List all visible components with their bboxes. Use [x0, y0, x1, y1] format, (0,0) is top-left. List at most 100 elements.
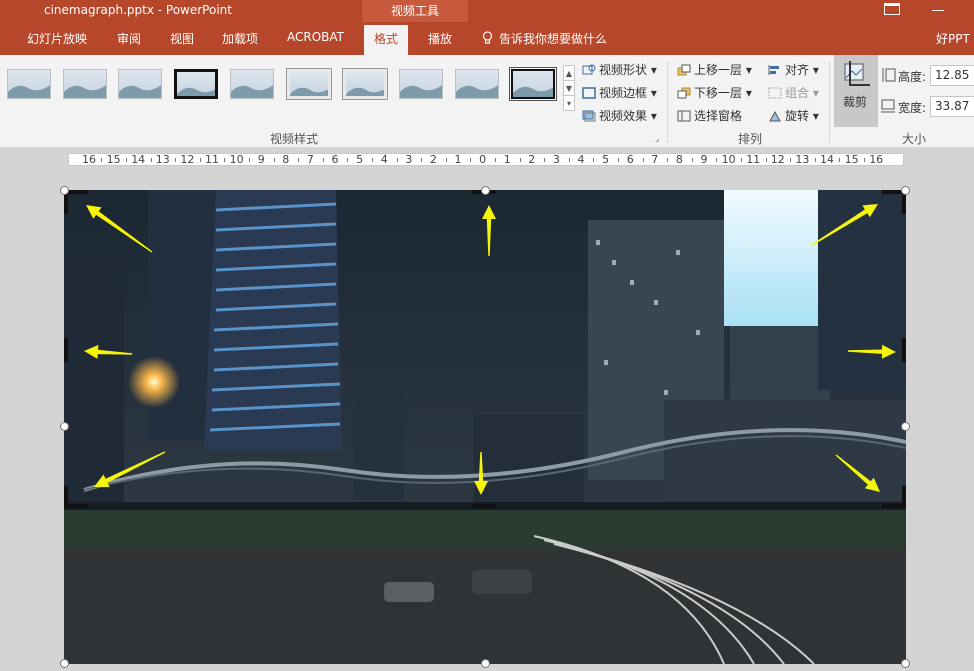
group-label-video-styles: 视频样式 — [270, 132, 319, 146]
video-style-thumbnail[interactable] — [509, 67, 557, 101]
chevron-up-icon[interactable]: ▲ — [564, 66, 574, 81]
align-button[interactable]: 对齐 ▾ — [768, 61, 819, 78]
width-icon — [881, 99, 895, 113]
align-icon — [768, 65, 779, 75]
ruler-label: 3 — [552, 153, 560, 166]
tell-me-search[interactable]: 告诉我你想要做什么 — [499, 30, 607, 47]
ruler-label: 9 — [257, 153, 265, 166]
ruler-label: 8 — [282, 153, 290, 166]
ruler-label: 16 — [82, 153, 96, 166]
ruler-label: 6 — [331, 153, 339, 166]
ruler-tick — [617, 158, 619, 162]
ruler-tick — [175, 158, 177, 162]
ruler-tick — [519, 158, 521, 162]
crop-handle-bottom[interactable] — [472, 504, 496, 508]
ruler-tick — [544, 158, 546, 162]
ruler-tick — [248, 158, 250, 162]
document-title: cinemagraph.pptx - PowerPoint — [44, 3, 232, 17]
rotate-button[interactable]: 旋转 ▾ — [768, 107, 819, 124]
ruler-tick — [101, 158, 103, 162]
video-style-thumbnail[interactable] — [63, 69, 107, 99]
video-style-thumbnail[interactable] — [174, 69, 218, 99]
video-style-thumbnail[interactable] — [118, 69, 162, 99]
bring-forward-icon — [677, 64, 691, 76]
ruler-label: 14 — [820, 153, 834, 166]
crop-handle-bottom-left[interactable] — [64, 486, 68, 508]
gallery-scroll-control[interactable]: ▲ ▼ ▾ — [563, 65, 575, 111]
effects-icon — [582, 110, 596, 122]
crop-icon — [844, 61, 870, 86]
width-field[interactable]: 33.87 — [930, 96, 974, 117]
group-divider — [667, 61, 668, 143]
ruler-label: 15 — [844, 153, 859, 166]
video-shape-button[interactable]: 视频形状 ▾ — [582, 61, 657, 78]
video-border-button[interactable]: 视频边框 ▾ — [582, 84, 657, 101]
minimize-icon[interactable] — [932, 10, 944, 11]
ruler-label: 7 — [651, 153, 659, 166]
gallery-more-icon[interactable]: ▾ — [564, 96, 574, 111]
video-style-thumbnail[interactable] — [287, 69, 331, 99]
video-style-thumbnail[interactable] — [343, 69, 387, 99]
video-object[interactable] — [64, 190, 906, 664]
height-field[interactable]: 12.85 — [930, 65, 974, 86]
tab-view[interactable]: 视图 — [170, 30, 194, 47]
ruler-tick — [667, 158, 669, 162]
ruler-tick — [470, 158, 472, 162]
user-account[interactable]: 好PPT — [936, 30, 970, 47]
ruler-label: 8 — [675, 153, 683, 166]
resize-handle-top-right[interactable] — [901, 186, 910, 195]
ruler-tick — [642, 158, 644, 162]
crop-button[interactable]: 裁剪 — [834, 55, 878, 127]
video-style-thumbnail[interactable] — [7, 69, 51, 99]
dialog-launcher-icon[interactable]: ⌟ — [655, 134, 659, 144]
crop-handle-right[interactable] — [902, 338, 906, 362]
ruler-label: 9 — [700, 153, 708, 166]
shape-icon — [582, 64, 596, 75]
ruler-tick — [298, 158, 300, 162]
ruler-tick — [863, 158, 865, 162]
resize-handle-right[interactable] — [901, 422, 910, 431]
ruler-tick — [790, 158, 792, 162]
video-style-thumbnail[interactable] — [455, 69, 499, 99]
ruler-label: 4 — [380, 153, 388, 166]
resize-handle-bottom[interactable] — [481, 659, 490, 668]
tab-playback[interactable]: 播放 — [428, 30, 452, 47]
tab-add-ins[interactable]: 加载项 — [222, 30, 258, 47]
tab-acrobat[interactable]: ACROBAT — [287, 30, 344, 44]
ruler-tick — [445, 158, 447, 162]
ruler-label: 11 — [746, 153, 761, 166]
ruler-label: 1 — [503, 153, 511, 166]
ruler-tick — [322, 158, 324, 162]
resize-handle-bottom-right[interactable] — [901, 659, 910, 668]
resize-handle-bottom-left[interactable] — [60, 659, 69, 668]
selection-pane-icon — [677, 110, 691, 122]
group-icon — [768, 87, 782, 99]
chevron-down-icon[interactable]: ▼ — [564, 81, 574, 96]
tab-format[interactable]: 格式 — [364, 25, 409, 55]
resize-handle-left[interactable] — [60, 422, 69, 431]
ribbon-display-options-icon[interactable] — [884, 3, 900, 15]
ruler-label: 11 — [205, 153, 219, 166]
send-backward-button[interactable]: 下移一层 ▾ — [677, 84, 752, 101]
crop-handle-bottom-right[interactable] — [902, 486, 906, 508]
ruler-label: 7 — [306, 153, 314, 166]
crop-handle-left[interactable] — [64, 338, 68, 362]
video-style-thumbnail[interactable] — [399, 69, 443, 99]
tab-slide-show[interactable]: 幻灯片放映 — [27, 30, 87, 47]
ruler-label: 0 — [479, 153, 487, 166]
ruler-label: 10 — [721, 153, 736, 166]
tab-review[interactable]: 审阅 — [117, 30, 141, 47]
group-button[interactable]: 组合 ▾ — [768, 84, 819, 101]
width-label: 宽度: — [898, 101, 927, 115]
ruler-tick — [691, 158, 693, 162]
selection-pane-button[interactable]: 选择窗格 — [677, 107, 742, 124]
ruler-label: 4 — [577, 153, 585, 166]
resize-handle-top-left[interactable] — [60, 186, 69, 195]
ruler-label: 13 — [155, 153, 170, 166]
ruler-tick — [593, 158, 595, 162]
resize-handle-top[interactable] — [481, 186, 490, 195]
video-style-thumbnail[interactable] — [230, 69, 274, 99]
bring-forward-button[interactable]: 上移一层 ▾ — [677, 61, 752, 78]
ruler-tick — [150, 158, 152, 162]
video-effects-button[interactable]: 视频效果 ▾ — [582, 107, 657, 124]
